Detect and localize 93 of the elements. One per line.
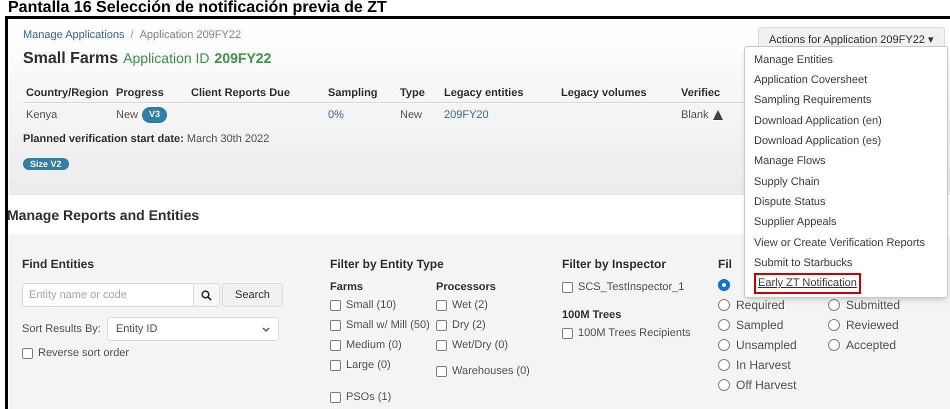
checkbox[interactable] (436, 366, 447, 377)
checkbox[interactable] (436, 300, 447, 311)
sort-select[interactable]: Entity ID (106, 317, 279, 341)
checkbox[interactable] (562, 282, 573, 292)
checkbox[interactable] (436, 320, 447, 331)
menu-item[interactable]: Manage Entities (754, 52, 833, 68)
menu-item[interactable]: Sampling Requirements (754, 92, 872, 109)
radio-label: Reviewed (846, 317, 899, 334)
menu-item[interactable]: Download Application (es) (754, 133, 882, 150)
group-heading: Farms (330, 280, 364, 295)
planned-start-date: Planned verification start date: March 30th 2022 (23, 133, 270, 145)
radio-button[interactable] (718, 279, 730, 291)
group-heading: Processors (436, 280, 497, 295)
table-link[interactable]: 209FY20 (444, 106, 489, 124)
breadcrumb-separator: / (130, 28, 134, 43)
table-cell-text: Blank (681, 108, 709, 123)
column-header: Client Reports Due (191, 86, 290, 98)
radio-label: Submitted (846, 297, 900, 314)
chevron-down-icon (262, 326, 270, 332)
page-title: Small Farms (23, 49, 118, 69)
radio-label: Required (736, 297, 785, 314)
section-heading: Fil (718, 256, 732, 273)
column-header: Legacy volumes (561, 86, 647, 98)
section-heading: Filter by Inspector (562, 256, 668, 273)
breadcrumb-current: Application 209FY22 (140, 28, 242, 43)
column-header: Progress (116, 86, 164, 98)
checkbox-label: Medium (0) (346, 338, 402, 354)
radio-button[interactable] (718, 379, 730, 391)
checkbox-label: Wet/Dry (0) (452, 338, 508, 354)
menu-item[interactable]: Manage Flows (754, 153, 826, 170)
checkbox[interactable] (562, 328, 573, 339)
table-cell-text: New (400, 108, 422, 123)
table-cell-text: Kenya (26, 108, 58, 123)
radio-label: In Harvest (736, 357, 791, 374)
column-header: Sampling (328, 86, 378, 98)
version-badge: V3 (142, 107, 168, 123)
column-header: Verifiec (681, 86, 720, 98)
checkbox[interactable] (330, 340, 341, 351)
section-heading: Find Entities (22, 256, 95, 273)
search-field[interactable]: Entity name or code (22, 283, 194, 307)
breadcrumb-link[interactable]: Manage Applications (23, 26, 125, 44)
menu-item[interactable]: Submit to Starbucks (754, 254, 852, 272)
radio-button[interactable] (718, 319, 730, 331)
application-id-label: Application ID (123, 49, 210, 68)
radio-button[interactable] (828, 339, 840, 351)
section-title: Manage Reports and Entities (7, 206, 200, 225)
radio-button[interactable] (718, 359, 730, 371)
checkbox-label: Reverse sort order (38, 346, 130, 361)
column-header: Type (400, 86, 425, 98)
warning-icon (712, 110, 723, 120)
column-header: Country/Region (26, 86, 108, 98)
checkbox-label: Warehouses (0) (452, 364, 530, 380)
radio-label: Unsampled (736, 337, 797, 354)
checkbox-label: Wet (2) (452, 298, 488, 314)
radio-button[interactable] (828, 319, 840, 331)
radio-button[interactable] (828, 299, 840, 311)
search-icon (201, 290, 212, 300)
checkbox-label: SCS_TestInspector_1 (578, 280, 684, 295)
menu-item[interactable]: Dispute Status (754, 194, 826, 210)
search-button[interactable]: Search (222, 283, 283, 307)
checkbox-label: Small (10) (346, 298, 396, 314)
checkbox-label: 100M Trees Recipients (578, 326, 690, 342)
search-addon[interactable] (194, 283, 220, 307)
checkbox[interactable] (330, 392, 341, 403)
menu-item[interactable]: Supplier Appeals (754, 214, 837, 231)
group-heading: 100M Trees (562, 308, 622, 323)
menu-item[interactable]: View or Create Verification Reports (754, 234, 925, 252)
menu-item[interactable]: Application Coversheet (754, 72, 868, 89)
radio-button[interactable] (718, 299, 730, 311)
section-heading: Filter by Entity Type (330, 256, 445, 273)
size-badge: Size V2 (23, 158, 69, 170)
checkbox[interactable] (22, 348, 33, 358)
radio-label: Off Harvest (736, 377, 796, 394)
checkbox[interactable] (330, 300, 341, 311)
column-header: Legacy entities (444, 86, 524, 98)
radio-button[interactable] (718, 339, 730, 351)
checkbox[interactable] (330, 320, 341, 331)
checkbox-label: Small w/ Mill (50) (346, 318, 430, 334)
radio-label: Accepted (846, 337, 896, 354)
menu-item[interactable]: Supply Chain (754, 174, 820, 190)
radio-label: Sampled (736, 317, 784, 334)
checkbox-label: Dry (2) (452, 318, 486, 334)
application-id: 209FY22 (214, 49, 272, 68)
checkbox[interactable] (436, 340, 447, 351)
table-link[interactable]: 0% (328, 106, 344, 124)
caption: Pantalla 16 Selección de notificación previa de ZT (7, 0, 388, 16)
checkbox[interactable] (330, 360, 341, 371)
menu-item[interactable]: Download Application (en) (754, 112, 882, 130)
menu-item[interactable]: Early ZT Notification (754, 273, 861, 294)
checkbox-label: PSOs (1) (346, 390, 392, 406)
sort-label: Sort Results By: (22, 322, 101, 337)
table-cell-text: New (116, 108, 138, 123)
checkbox-label: Large (0) (346, 358, 391, 374)
